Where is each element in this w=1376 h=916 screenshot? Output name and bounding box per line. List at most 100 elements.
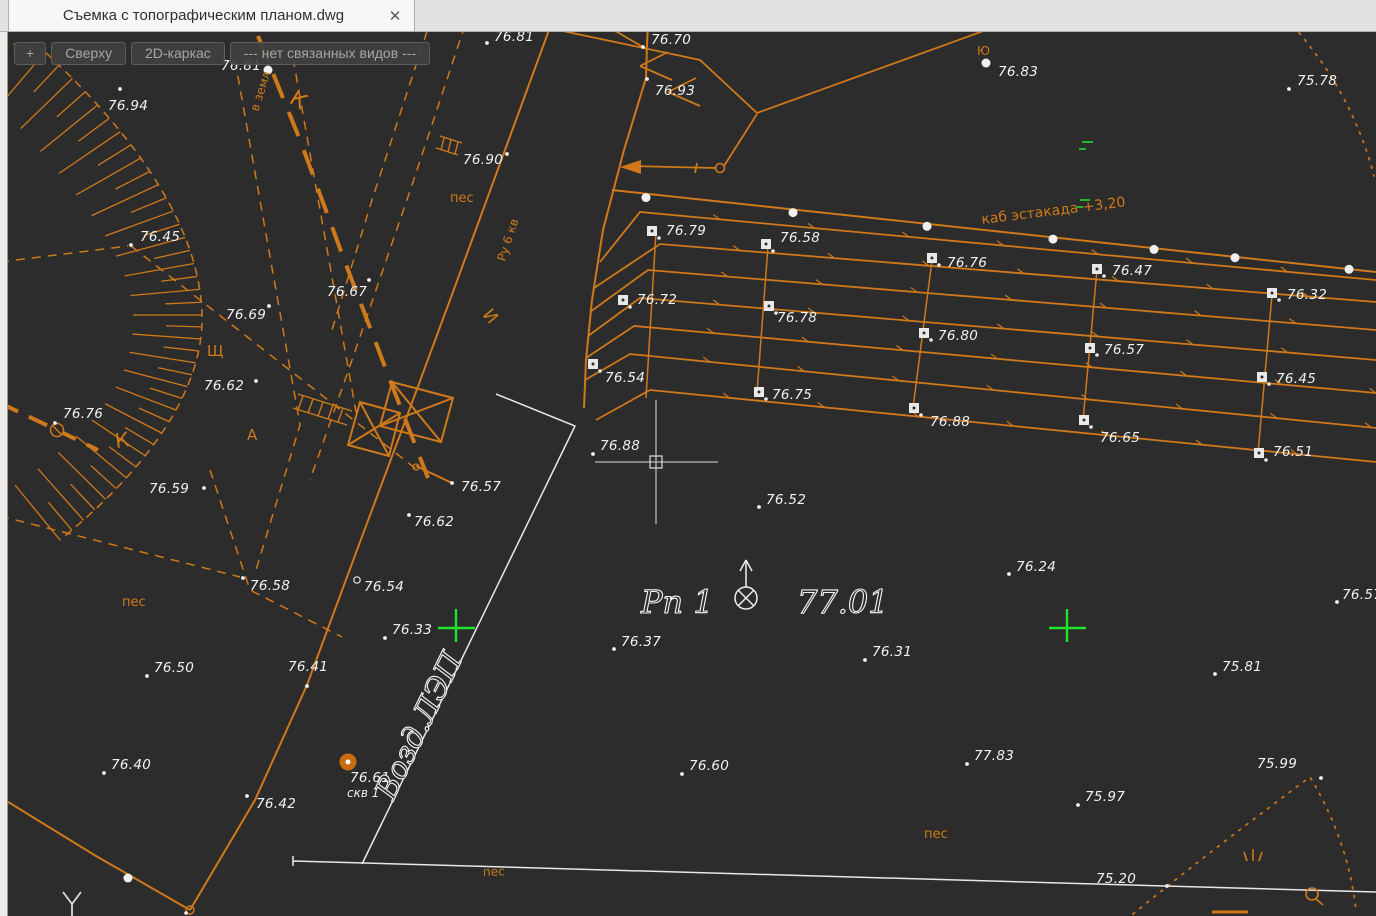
- elevation-label: 76.42: [256, 796, 296, 812]
- visual-style-button[interactable]: 2D-каркас: [131, 42, 225, 65]
- elevation-label: 76.70: [651, 32, 691, 48]
- elevation-label: 76.32: [1287, 287, 1327, 303]
- elevation-label: 76.79: [666, 223, 706, 239]
- annotation-label: пес: [924, 827, 948, 842]
- elevation-label: 76.50: [154, 660, 194, 676]
- canvas-background: [0, 0, 1376, 916]
- point-marker: [129, 243, 133, 247]
- elevation-label: 75.81: [1222, 659, 1262, 675]
- viewport-controls: + Сверху 2D-каркас --- нет связанных вид…: [14, 42, 430, 65]
- elevation-label: 76.76: [63, 406, 103, 422]
- elevation-label: 76.54: [364, 579, 404, 595]
- elevation-label: 76.69: [226, 307, 266, 323]
- tab-bar: Съемка с топографическим планом.dwg ✕: [0, 0, 1376, 32]
- elevation-label: 76.54: [605, 370, 645, 386]
- annotation-label: пес: [450, 191, 474, 206]
- point-marker: [1165, 884, 1169, 888]
- point-marker: [1287, 87, 1291, 91]
- point-marker: [645, 77, 649, 81]
- point-marker: [965, 762, 969, 766]
- point-marker: [202, 486, 206, 490]
- annotation-label: пес: [122, 595, 146, 610]
- point-marker: [757, 505, 761, 509]
- elevation-label: 76.45: [140, 229, 180, 245]
- point-marker: [254, 379, 258, 383]
- point-marker: [863, 658, 867, 662]
- pole-point: [124, 874, 133, 883]
- elevation-label: 75.97: [1085, 789, 1125, 805]
- elevation-label: 76.57: [1342, 587, 1376, 603]
- elevation-label: 75.78: [1297, 73, 1337, 89]
- point-marker: [680, 772, 684, 776]
- point-marker: [53, 421, 57, 425]
- viewport-plus-button[interactable]: +: [14, 42, 46, 65]
- point-marker: [591, 452, 595, 456]
- point-marker: [305, 684, 309, 688]
- point-marker: [241, 576, 245, 580]
- tab-title: Съемка с топографическим планом.dwg: [23, 7, 384, 24]
- point-marker: [407, 513, 411, 517]
- point-marker: [1076, 803, 1080, 807]
- point-marker: [1213, 672, 1217, 676]
- elevation-label: 76.75: [772, 387, 812, 403]
- point-marker: [1007, 572, 1011, 576]
- annotation-label: А: [247, 426, 258, 444]
- elevation-label: 76.45: [1276, 371, 1316, 387]
- point-marker: [641, 45, 645, 49]
- point-marker: [245, 794, 249, 798]
- window-edge: [0, 32, 8, 916]
- elevation-label: 76.67: [327, 284, 367, 300]
- point-marker: [450, 481, 454, 485]
- elevation-label: 76.90: [463, 152, 503, 168]
- elevation-label: 76.88: [600, 438, 640, 454]
- point-marker: [367, 278, 371, 282]
- borehole-center: [346, 760, 351, 765]
- point-marker: [267, 304, 271, 308]
- elevation-label: 76.31: [872, 644, 912, 660]
- point-marker: [145, 674, 149, 678]
- elevation-label: 77.83: [974, 748, 1014, 764]
- annotation-label: Щ: [207, 342, 223, 360]
- document-tab[interactable]: Съемка с топографическим планом.dwg ✕: [8, 0, 415, 31]
- drawing-canvas[interactable]: 76.9476.8176.8176.7076.9376.9076.4576.67…: [0, 0, 1376, 916]
- elevation-label: 76.57: [461, 479, 501, 495]
- point-marker: [1335, 600, 1339, 604]
- annotation-label: Ю: [977, 44, 990, 58]
- elevation-label: 76.62: [204, 378, 244, 394]
- outline-label: 77.01: [797, 583, 889, 621]
- point-marker: [485, 41, 489, 45]
- elevation-label: 76.80: [938, 328, 978, 344]
- outline-label: Рп 1: [640, 583, 714, 621]
- elevation-label: 76.94: [108, 98, 148, 114]
- elevation-label: 76.83: [998, 64, 1038, 80]
- elevation-label: 76.41: [288, 659, 328, 675]
- linked-views-button[interactable]: --- нет связанных видов ---: [230, 42, 430, 65]
- elevation-label: 76.59: [149, 481, 189, 497]
- cad-application-window: 76.9476.8176.8176.7076.9376.9076.4576.67…: [0, 0, 1376, 916]
- elevation-label: 76.58: [250, 578, 290, 594]
- elevation-label: 76.72: [637, 292, 677, 308]
- elevation-label: 76.58: [780, 230, 820, 246]
- point-marker: [505, 152, 509, 156]
- elevation-label: 76.51: [1273, 444, 1313, 460]
- elevation-label: 76.93: [655, 83, 695, 99]
- point-dot: [184, 911, 188, 915]
- point-marker: [118, 87, 122, 91]
- elevation-label: 75.20: [1096, 871, 1136, 887]
- elevation-label: 76.62: [414, 514, 454, 530]
- elevation-label: 76.37: [621, 634, 661, 650]
- elevation-label: 76.88: [930, 414, 970, 430]
- elevation-label: 76.33: [392, 622, 432, 638]
- annotation-label: пес: [483, 864, 505, 879]
- view-control-button[interactable]: Сверху: [51, 42, 126, 65]
- point-marker: [102, 771, 106, 775]
- point-marker: [982, 59, 991, 68]
- elevation-label: 75.99: [1257, 756, 1297, 772]
- close-icon[interactable]: ✕: [384, 7, 406, 25]
- point-marker: [612, 647, 616, 651]
- elevation-label: 76.78: [777, 310, 817, 326]
- elevation-label: 76.65: [1100, 430, 1140, 446]
- elevation-label: 76.52: [766, 492, 806, 508]
- point-marker: [383, 636, 387, 640]
- point-marker: [1319, 776, 1323, 780]
